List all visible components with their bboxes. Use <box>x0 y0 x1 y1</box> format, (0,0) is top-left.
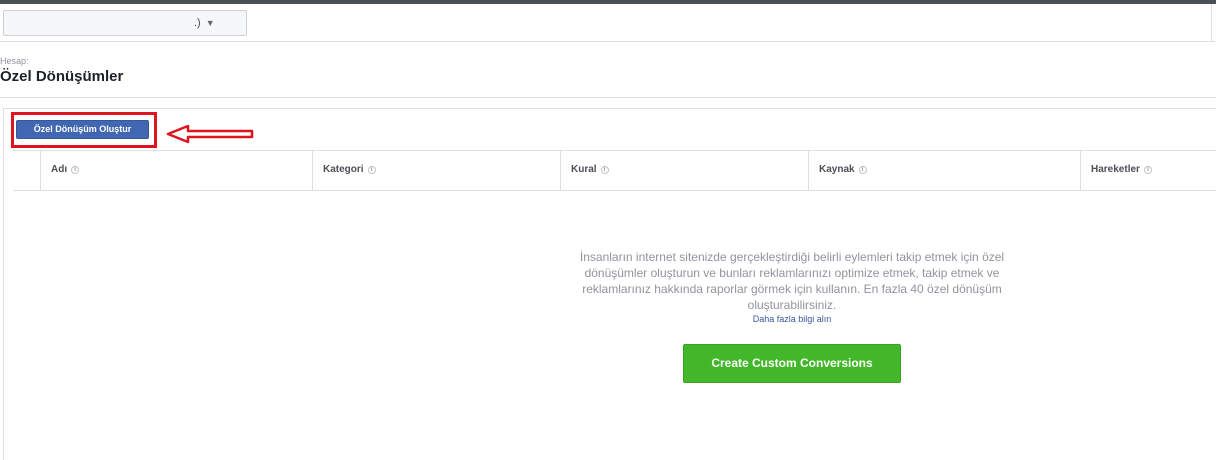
info-icon[interactable]: i <box>1143 166 1152 174</box>
column-header-rule[interactable]: Kural i <box>560 151 808 191</box>
create-custom-conversion-button[interactable]: Özel Dönüşüm Oluştur <box>16 120 149 139</box>
account-label: Hesap: <box>0 56 29 66</box>
chevron-down-icon: ▼ <box>205 18 215 28</box>
account-selector-value: .) <box>194 17 201 29</box>
header-right-divider <box>1211 4 1212 41</box>
info-icon[interactable]: i <box>600 166 609 174</box>
info-icon[interactable]: i <box>71 166 80 174</box>
create-custom-conversions-cta-button[interactable]: Create Custom Conversions <box>683 344 901 383</box>
table-header: Adı i Kategori i Kural i Kaynak i Hareketler… <box>13 150 1216 191</box>
column-header-actions[interactable]: Hareketler i <box>1080 151 1216 191</box>
account-selector[interactable]: .) ▼ <box>3 10 247 36</box>
header-divider <box>0 41 1216 42</box>
learn-more-link[interactable]: Daha fazla bilgi alın <box>741 314 843 324</box>
column-header-category[interactable]: Kategori i <box>312 151 560 191</box>
top-bar <box>0 0 1216 4</box>
column-header-name[interactable]: Adı i <box>40 151 312 191</box>
info-icon[interactable]: i <box>858 166 867 174</box>
column-header-source[interactable]: Kaynak i <box>808 151 1080 191</box>
annotation-arrow-icon <box>166 124 254 144</box>
empty-state-description: İnsanların internet sitenizde gerçekleşt… <box>579 250 1005 312</box>
page-title: Özel Dönüşümler <box>0 68 124 85</box>
title-divider <box>0 97 1216 98</box>
select-column <box>13 151 40 191</box>
info-icon[interactable]: i <box>367 166 376 174</box>
